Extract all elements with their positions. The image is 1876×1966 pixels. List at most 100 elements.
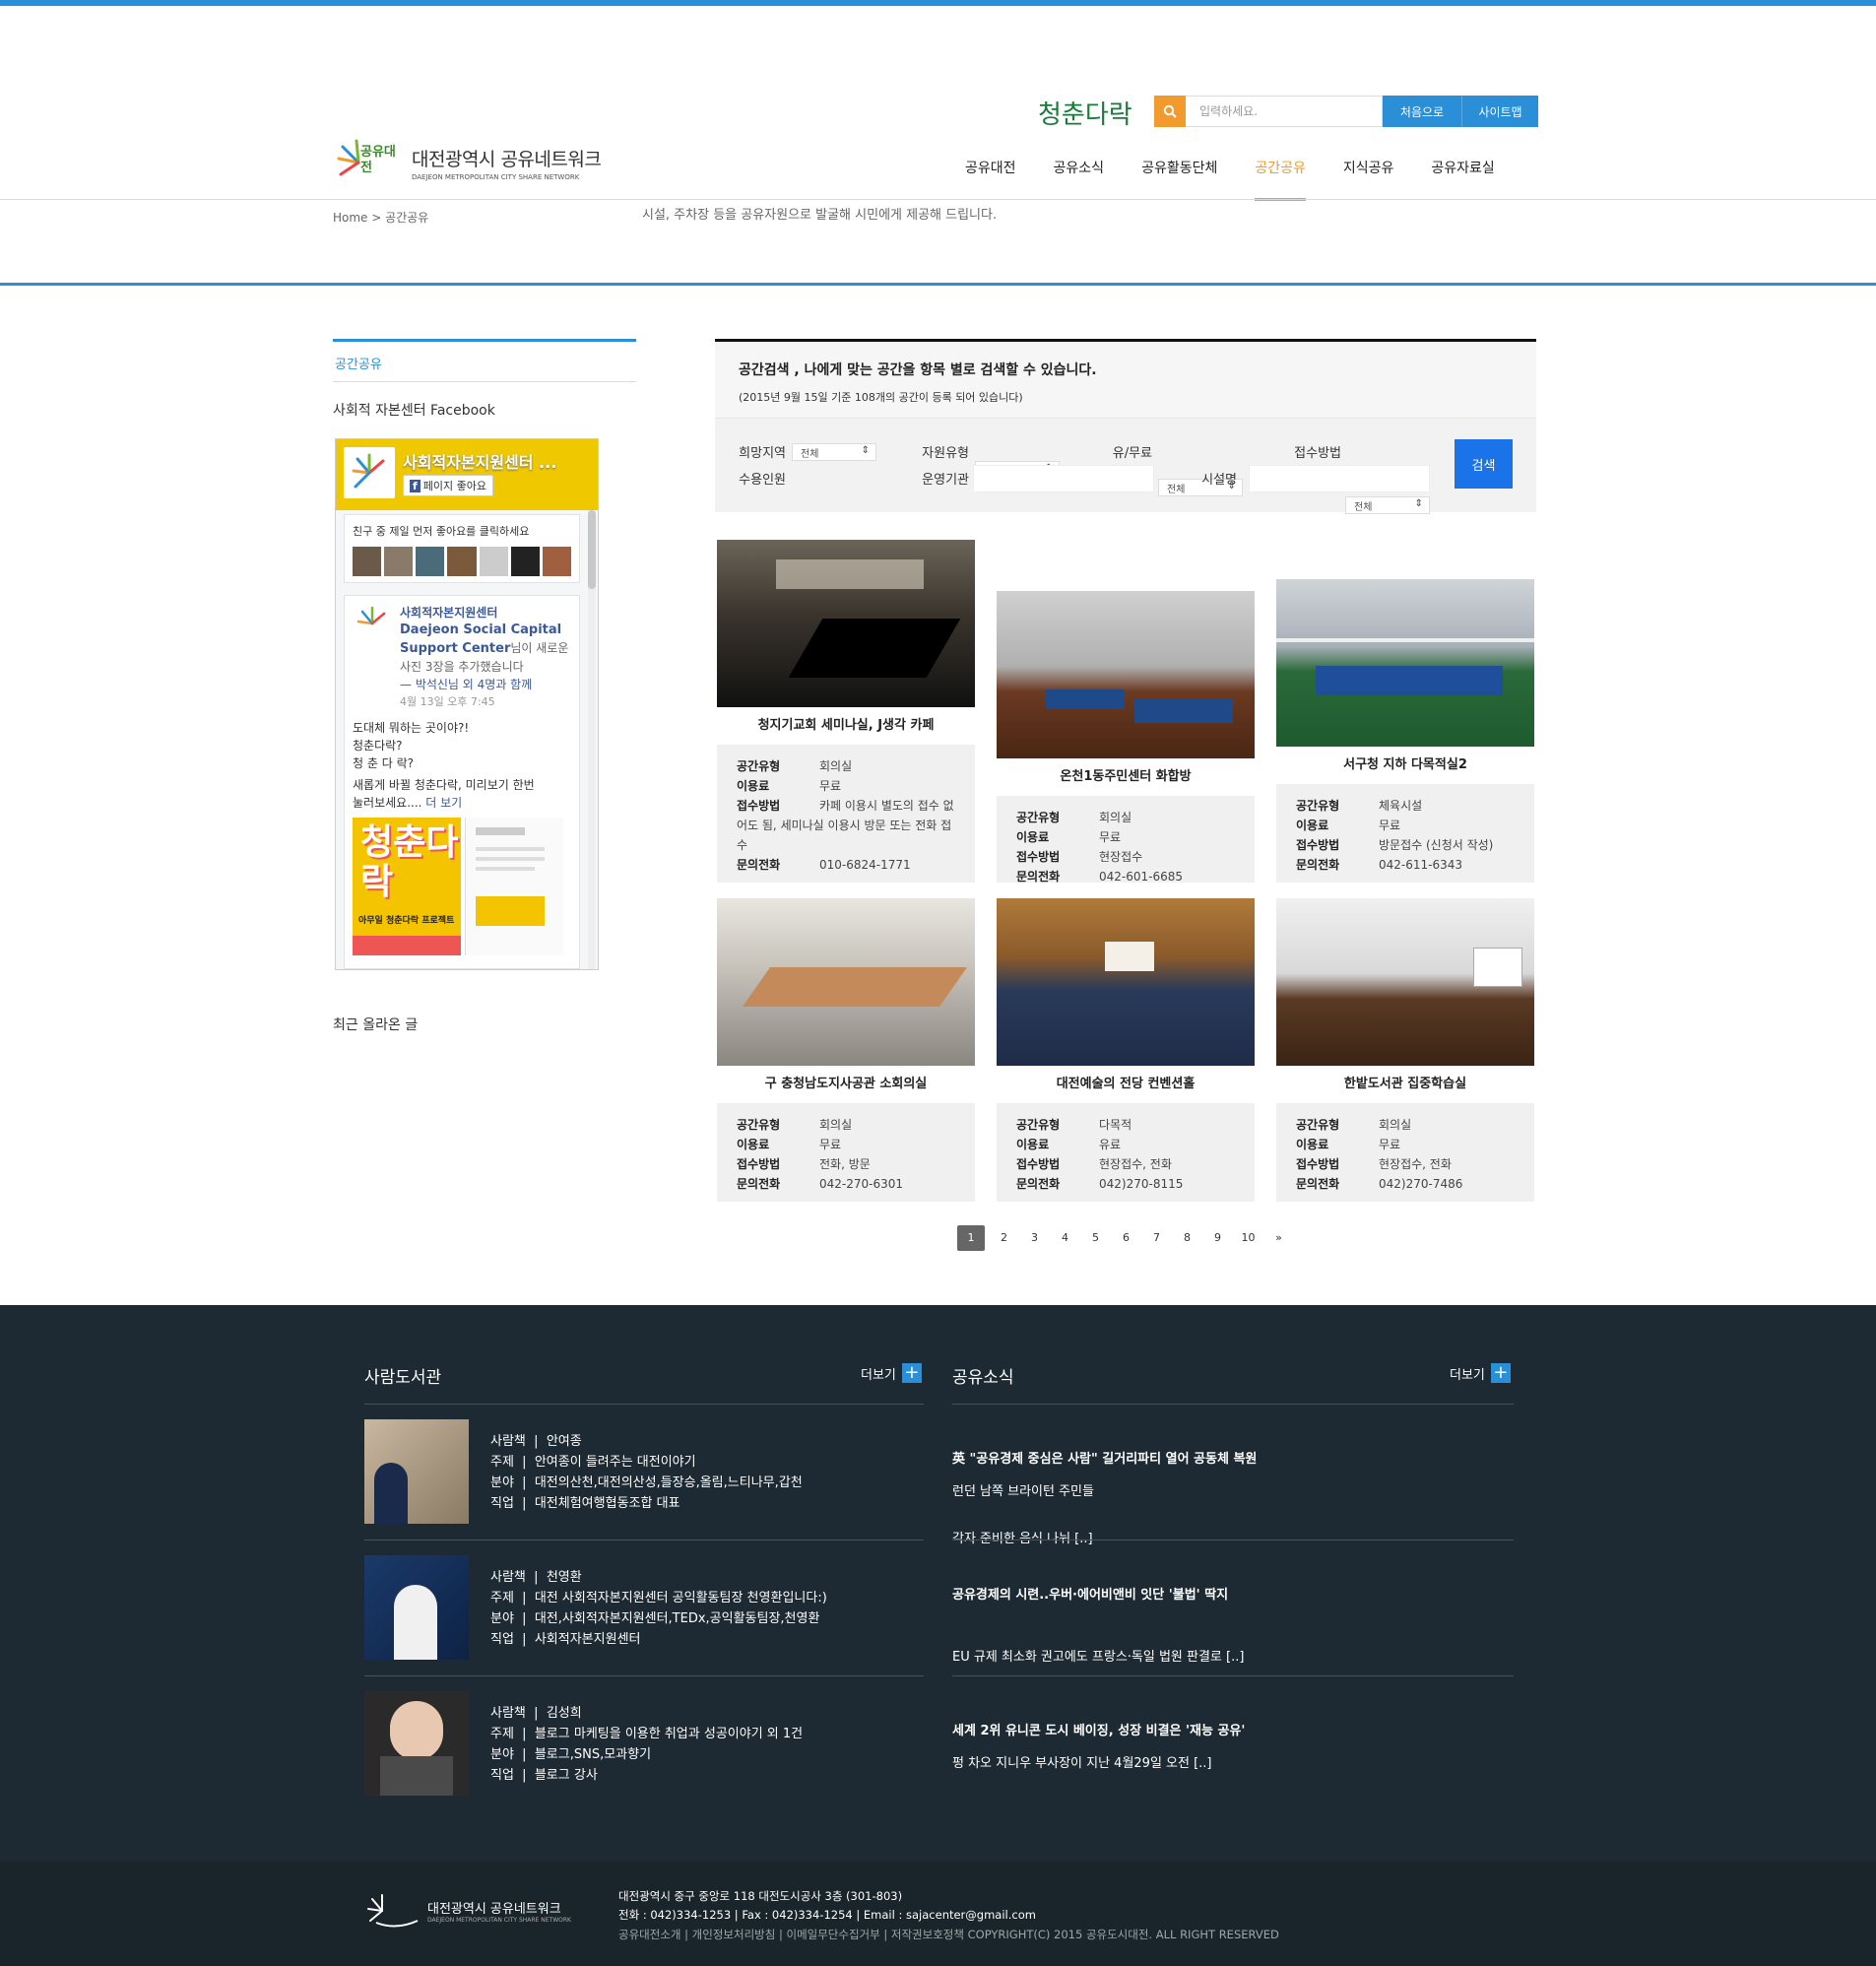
home-button[interactable]: 처음으로 — [1383, 96, 1461, 127]
page-link[interactable]: 8 — [1172, 1225, 1202, 1251]
nav-knowledge-share[interactable]: 지식공유 — [1343, 158, 1394, 201]
page-link[interactable]: 2 — [989, 1225, 1019, 1251]
nav-share-daejeon[interactable]: 공유대전 — [965, 158, 1016, 201]
sidebar-item-space-share[interactable]: 공간공유 — [333, 339, 636, 382]
avatar[interactable] — [447, 547, 477, 576]
footer-links[interactable]: 공유대전소개 | 개인정보처리방침 | 이메일무단수집거부 | 저작권보호정책 … — [618, 1927, 1279, 1942]
footer-info: 대전광역시 중구 중앙로 118 대전도시공사 3층 (301-803) 전화 … — [618, 1887, 1036, 1925]
fb-post-photos[interactable]: 청춘다락 아무일 청춘다락 프로젝트 — [353, 818, 571, 955]
space-title[interactable]: 청지기교회 세미나실, J생각 카페 — [717, 707, 975, 745]
more-label: 더보기 — [861, 1367, 896, 1383]
fb-scrollbar-thumb[interactable] — [588, 510, 596, 589]
space-photo[interactable] — [717, 540, 975, 707]
avatar[interactable] — [416, 547, 445, 576]
space-title[interactable]: 온천1동주민센터 화합방 — [997, 758, 1255, 796]
space-card[interactable]: 청지기교회 세미나실, J생각 카페 공간유형 회의실 이용료 무료 접수방법 카페 … — [717, 540, 975, 883]
fb-post-time[interactable]: 4월 13일 오후 7:45 — [400, 693, 571, 711]
news-item[interactable]: 세계 2위 유니콘 도시 베이징, 성장 비결은 '재능 공유' 펑 차오 지니… — [952, 1720, 1514, 1771]
space-card[interactable]: 대전예술의 전당 컨벤션홀 공간유형 다목적 이용료 유료 접수방법 현장접수, 전화… — [997, 898, 1255, 1202]
page-link[interactable]: 9 — [1202, 1225, 1233, 1251]
space-type: 체육시설 — [1379, 799, 1423, 813]
field-label: 문의전화 — [1296, 1177, 1340, 1191]
avatar[interactable] — [479, 547, 508, 576]
page-link[interactable]: 10 — [1233, 1225, 1263, 1251]
divider — [952, 1404, 1514, 1405]
fb-post-author-en[interactable]: Daejeon Social Capital — [400, 622, 571, 639]
news-title[interactable]: 공유경제의 시련..우버·에어비앤비 잇단 '불법' 딱지 — [952, 1584, 1514, 1603]
field-label: 문의전화 — [1016, 1177, 1061, 1191]
share-news-title: 공유소식 — [952, 1368, 1014, 1388]
avatar[interactable] — [542, 547, 571, 576]
fb-poster-image-2[interactable] — [465, 818, 563, 955]
avatar[interactable] — [384, 547, 414, 576]
space-card[interactable]: 서구청 지하 다목적실2 공간유형 체육시설 이용료 무료 접수방법 방문접수 (신청… — [1276, 579, 1534, 883]
human-library-more-button[interactable]: 더보기 + — [861, 1363, 922, 1383]
nav-space-share[interactable]: 공간공유 — [1255, 158, 1306, 201]
nav-share-news[interactable]: 공유소식 — [1054, 158, 1105, 201]
space-photo[interactable] — [997, 591, 1255, 758]
fb-post-with[interactable]: — 박석신님 외 4명과 함께 — [400, 676, 571, 693]
space-type: 회의실 — [819, 1118, 853, 1132]
space-photo[interactable] — [1276, 898, 1534, 1066]
library-person[interactable]: 사람책 | 김성희 주제 | 블로그 마케팅을 이용한 취업과 성공이야기 외 … — [364, 1691, 924, 1798]
field-label: 직업 — [490, 1632, 514, 1647]
filter-region-label: 희망지역 — [739, 446, 786, 461]
fb-poster-image[interactable]: 청춘다락 아무일 청춘다락 프로젝트 — [353, 818, 461, 955]
share-news-more-button[interactable]: 더보기 + — [1450, 1363, 1511, 1383]
youth-loft-logo[interactable]: 청춘다락 — [1038, 95, 1132, 131]
news-item[interactable]: 공유경제의 시련..우버·에어비앤비 잇단 '불법' 딱지 EU 규제 최소화 … — [952, 1584, 1514, 1665]
news-title[interactable]: 세계 2위 유니콘 도시 베이징, 성장 비결은 '재능 공유' — [952, 1720, 1514, 1738]
news-item[interactable]: 英 "공유경제 중심은 사람" 길거리파티 열어 공동체 복원 런던 남쪽 브라… — [952, 1448, 1514, 1544]
person-photo[interactable] — [364, 1419, 469, 1524]
fb-post-author-en2[interactable]: Support Center — [400, 641, 510, 656]
news-title[interactable]: 英 "공유경제 중심은 사람" 길거리파티 열어 공동체 복원 — [952, 1448, 1514, 1467]
nav-share-groups[interactable]: 공유활동단체 — [1141, 158, 1217, 201]
page-link[interactable]: 7 — [1141, 1225, 1172, 1251]
fb-page-name[interactable]: 사회적자본지원센터 ... — [403, 449, 556, 473]
library-person[interactable]: 사람책 | 천영환 주제 | 대전 사회적자본지원센터 공익활동팀장 천영환입니… — [364, 1555, 924, 1662]
plus-icon: + — [1490, 1363, 1511, 1383]
footer-logo-mark — [367, 1894, 419, 1928]
person-photo[interactable] — [364, 1691, 469, 1796]
site-logo[interactable]: 공유대전 대전광역시 공유네트워크 DAEJEON METROPOLITAN C… — [333, 138, 628, 187]
space-title[interactable]: 서구청 지하 다목적실2 — [1276, 747, 1534, 784]
page-next-link[interactable]: » — [1263, 1225, 1294, 1251]
section-divider — [0, 283, 1876, 286]
filter-facility-input[interactable] — [1249, 465, 1430, 492]
person-photo[interactable] — [364, 1555, 469, 1660]
space-title[interactable]: 대전예술의 전당 컨벤션홀 — [997, 1066, 1255, 1103]
avatar[interactable] — [353, 547, 382, 576]
space-card[interactable]: 한밭도서관 집중학습실 공간유형 회의실 이용료 무료 접수방법 현장접수, 전화 문… — [1276, 898, 1534, 1202]
filter-region-select[interactable]: 전체 — [792, 443, 876, 461]
space-card[interactable]: 구 충청남도지사공관 소회의실 공간유형 회의실 이용료 무료 접수방법 전화, 방문… — [717, 898, 975, 1202]
space-type: 다목적 — [1099, 1118, 1132, 1132]
field-label: 접수방법 — [1296, 838, 1340, 852]
filter-method-select[interactable]: 전체 — [1345, 496, 1430, 514]
page-link[interactable]: 1 — [957, 1225, 985, 1251]
fb-see-more-link[interactable]: 더 보기 — [425, 796, 462, 810]
page-link[interactable]: 5 — [1080, 1225, 1111, 1251]
space-photo[interactable] — [1276, 579, 1534, 747]
fb-like-button[interactable]: f 페이지 좋아요 — [403, 475, 494, 496]
page-link[interactable]: 4 — [1050, 1225, 1080, 1251]
space-card[interactable]: 온천1동주민센터 화합방 공간유형 회의실 이용료 무료 접수방법 현장접수 문의전화… — [997, 591, 1255, 884]
fb-post-author[interactable]: 사회적자본지원센터 — [400, 604, 571, 622]
footer-logo[interactable]: 대전광역시 공유네트워크 DAEJEON METROPOLITAN CITY S… — [362, 1891, 571, 1931]
page-link[interactable]: 6 — [1111, 1225, 1141, 1251]
filter-org-input[interactable] — [973, 465, 1154, 492]
breadcrumb-home[interactable]: Home — [333, 211, 367, 225]
space-title[interactable]: 구 충청남도지사공관 소회의실 — [717, 1066, 975, 1103]
search-icon[interactable] — [1154, 96, 1186, 127]
search-input[interactable]: 입력하세요. — [1186, 97, 1382, 126]
search-submit-button[interactable]: 검색 — [1455, 439, 1513, 489]
sitemap-button[interactable]: 사이트맵 — [1461, 96, 1538, 127]
avatar[interactable] — [510, 547, 540, 576]
facebook-widget[interactable]: 사회적자본지원센터 ... f 페이지 좋아요 친구 중 제일 먼저 좋아요를 클… — [335, 438, 599, 970]
space-photo[interactable] — [997, 898, 1255, 1066]
nav-resources[interactable]: 공유자료실 — [1431, 158, 1494, 201]
library-person[interactable]: 사람책 | 안여종 주제 | 안여종이 들려주는 대전이야기 분야 | 대전의산… — [364, 1419, 924, 1526]
space-title[interactable]: 한밭도서관 집중학습실 — [1276, 1066, 1534, 1103]
field-label: 공간유형 — [1016, 811, 1061, 824]
page-link[interactable]: 3 — [1019, 1225, 1050, 1251]
space-photo[interactable] — [717, 898, 975, 1066]
